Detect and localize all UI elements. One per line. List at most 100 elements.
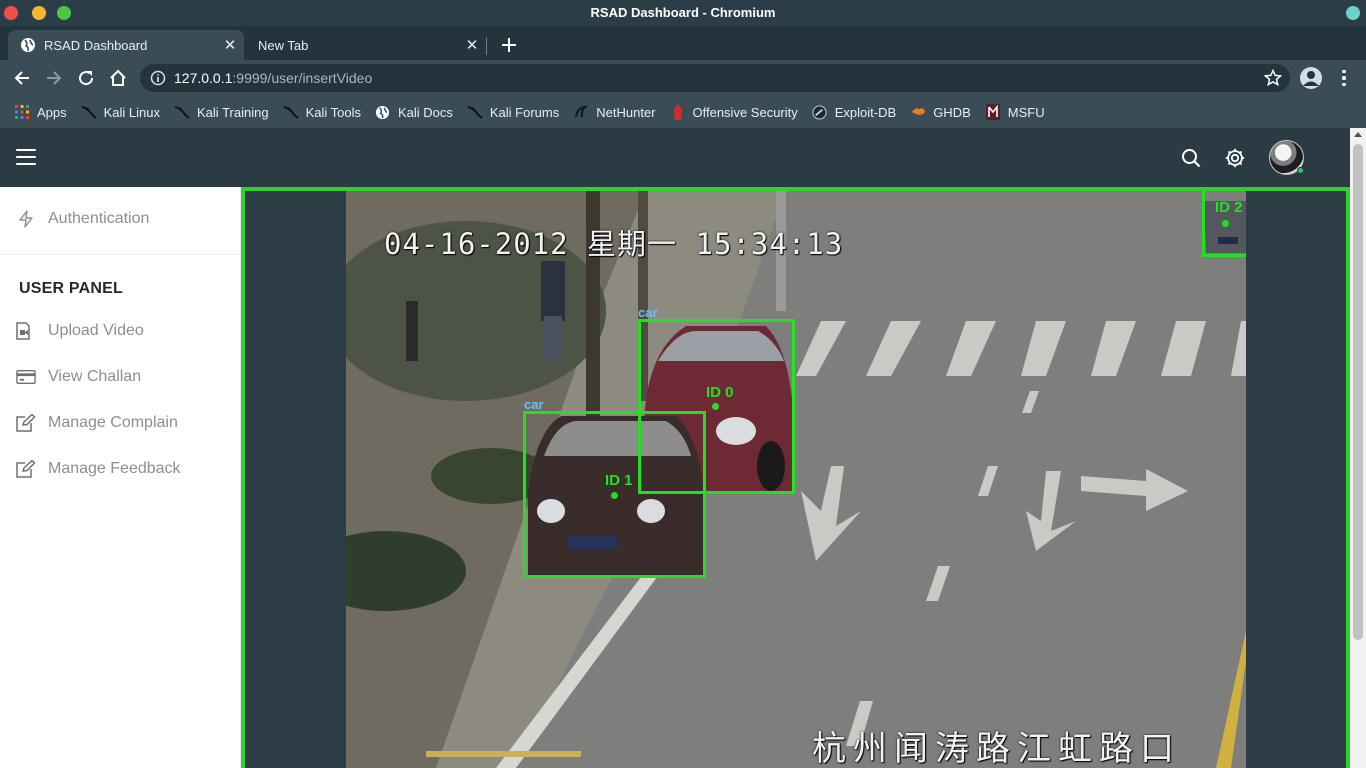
bookmark-apps[interactable]: Apps bbox=[14, 104, 67, 120]
detection-center-dot bbox=[1222, 220, 1229, 227]
bookmark-offensive-security[interactable]: Offensive Security bbox=[670, 104, 798, 120]
url-text: 127.0.0.1:9999/user/insertVideo bbox=[174, 70, 372, 86]
bookmark-label: Kali Training bbox=[197, 104, 269, 120]
sidebar-item-label: Upload Video bbox=[48, 322, 144, 339]
sidebar-item-view-challan[interactable]: View Challan bbox=[0, 359, 240, 395]
bookmark-ghdb[interactable]: GHDB bbox=[910, 104, 971, 120]
sidebar-item-manage-complain[interactable]: Manage Complain bbox=[0, 405, 240, 441]
sidebar-divider bbox=[0, 254, 240, 255]
online-status-dot bbox=[1297, 167, 1304, 174]
bookmark-label: Offensive Security bbox=[692, 104, 798, 120]
video-upload-icon bbox=[16, 321, 36, 341]
bookmark-label: MSFU bbox=[1007, 104, 1045, 120]
bookmark-label: Kali Docs bbox=[397, 104, 453, 120]
video-location-text: 杭州闻涛路江虹路口 bbox=[812, 729, 1181, 768]
bookmark-kali-training[interactable]: Kali Training bbox=[174, 104, 269, 120]
info-icon[interactable] bbox=[150, 70, 166, 86]
kali-dragon-icon bbox=[467, 104, 483, 120]
video-frame[interactable]: 04-16-2012 星期一 15:34:13 杭州闻涛路江虹路口 car ID… bbox=[346, 191, 1246, 768]
profile-avatar-button[interactable] bbox=[1300, 67, 1322, 89]
window-title: RSAD Dashboard - Chromium bbox=[590, 5, 776, 20]
edit-icon bbox=[16, 413, 36, 433]
person-icon bbox=[1303, 71, 1319, 86]
home-button[interactable] bbox=[106, 66, 130, 90]
sidebar-item-upload-video[interactable]: Upload Video bbox=[0, 313, 240, 349]
bookmark-kali-forums[interactable]: Kali Forums bbox=[467, 104, 559, 120]
detection-id-label: ID 1 bbox=[605, 472, 633, 489]
video-timestamp: 04-16-2012 星期一 15:34:13 bbox=[384, 227, 844, 261]
tab-title: New Tab bbox=[258, 37, 309, 53]
sidebar: Authentication USER PANEL Upload Video V… bbox=[0, 187, 241, 768]
window-menu-button[interactable] bbox=[1346, 6, 1360, 20]
page-scrollbar[interactable] bbox=[1350, 128, 1366, 768]
forward-button[interactable] bbox=[42, 66, 66, 90]
bookmark-kali-docs[interactable]: Kali Docs bbox=[375, 104, 453, 120]
kali-dragon-icon bbox=[81, 104, 97, 120]
url-path: :9999/user/insertVideo bbox=[232, 70, 373, 86]
new-tab-button[interactable] bbox=[498, 34, 520, 56]
offsec-icon bbox=[670, 104, 686, 120]
window-title-bar: RSAD Dashboard - Chromium bbox=[0, 0, 1366, 26]
traffic-scene-image bbox=[346, 191, 1246, 768]
arrow-left-icon bbox=[14, 71, 29, 85]
address-bar[interactable]: 127.0.0.1:9999/user/insertVideo bbox=[140, 64, 1290, 92]
detection-id-label: ID 2 bbox=[1215, 199, 1243, 216]
bookmark-label: NetHunter bbox=[596, 104, 656, 120]
bookmark-exploit-db[interactable]: Exploit-DB bbox=[812, 104, 896, 120]
tab-rsad-dashboard[interactable]: RSAD Dashboard ✕ bbox=[8, 30, 244, 60]
bookmark-kali-linux[interactable]: Kali Linux bbox=[81, 104, 160, 120]
sidebar-item-authentication[interactable]: Authentication bbox=[0, 201, 240, 237]
nethunter-icon bbox=[573, 104, 589, 120]
browser-toolbar: 127.0.0.1:9999/user/insertVideo bbox=[0, 60, 1366, 96]
detection-center-dot bbox=[712, 403, 719, 410]
tab-separator bbox=[486, 37, 487, 55]
scroll-up-arrow-icon[interactable] bbox=[1354, 132, 1362, 137]
url-host: 127.0.0.1 bbox=[174, 70, 233, 86]
gear-icon[interactable] bbox=[1224, 147, 1246, 169]
bookmark-msfu[interactable]: MSFU bbox=[985, 104, 1045, 120]
bookmark-label: Exploit-DB bbox=[834, 104, 897, 120]
kali-dragon-icon bbox=[174, 104, 190, 120]
ghdb-icon bbox=[910, 104, 926, 120]
search-icon[interactable] bbox=[1180, 147, 1202, 169]
home-icon bbox=[110, 69, 126, 86]
globe-icon bbox=[20, 37, 36, 53]
browser-menu-button[interactable] bbox=[1334, 66, 1354, 90]
arrow-right-icon bbox=[47, 71, 62, 85]
bookmark-label: Kali Linux bbox=[103, 104, 161, 120]
app-header bbox=[0, 128, 1350, 187]
sidebar-item-label: Authentication bbox=[48, 210, 150, 227]
tab-strip: RSAD Dashboard ✕ New Tab ✕ bbox=[0, 26, 1366, 60]
reload-icon bbox=[79, 71, 94, 86]
bookmark-nethunter[interactable]: NetHunter bbox=[573, 104, 656, 120]
bookmark-kali-tools[interactable]: Kali Tools bbox=[283, 104, 361, 120]
bookmark-label: Apps bbox=[37, 104, 67, 120]
exploitdb-icon bbox=[812, 104, 828, 120]
plus-icon bbox=[502, 38, 516, 52]
globe-icon bbox=[375, 104, 391, 120]
reload-button[interactable] bbox=[74, 66, 98, 90]
sidebar-item-label: View Challan bbox=[48, 368, 142, 385]
sidebar-item-label: Manage Feedback bbox=[48, 460, 181, 477]
sidebar-item-manage-feedback[interactable]: Manage Feedback bbox=[0, 451, 240, 487]
close-tab-icon[interactable]: ✕ bbox=[462, 35, 482, 55]
tab-new-tab[interactable]: New Tab ✕ bbox=[246, 30, 486, 60]
kali-dragon-icon bbox=[283, 104, 299, 120]
apps-grid-icon bbox=[14, 104, 30, 120]
msfu-icon bbox=[985, 104, 1001, 120]
bookmark-label: Kali Tools bbox=[305, 104, 361, 120]
menu-toggle-icon[interactable] bbox=[16, 149, 36, 165]
detection-class-label: car bbox=[638, 305, 658, 320]
edit-icon bbox=[16, 459, 36, 479]
close-tab-icon[interactable]: ✕ bbox=[220, 35, 240, 55]
sidebar-section-heading: USER PANEL bbox=[19, 280, 123, 297]
bookmark-star-icon[interactable] bbox=[1264, 69, 1282, 87]
scrollbar-thumb[interactable] bbox=[1353, 144, 1363, 640]
detection-class-label: car bbox=[524, 397, 544, 412]
bookmark-label: GHDB bbox=[933, 104, 971, 120]
credit-card-icon bbox=[16, 367, 36, 387]
tab-title: RSAD Dashboard bbox=[44, 37, 148, 53]
back-button[interactable] bbox=[10, 66, 34, 90]
bookmark-label: Kali Forums bbox=[489, 104, 560, 120]
detection-id-label: ID 0 bbox=[706, 384, 734, 401]
